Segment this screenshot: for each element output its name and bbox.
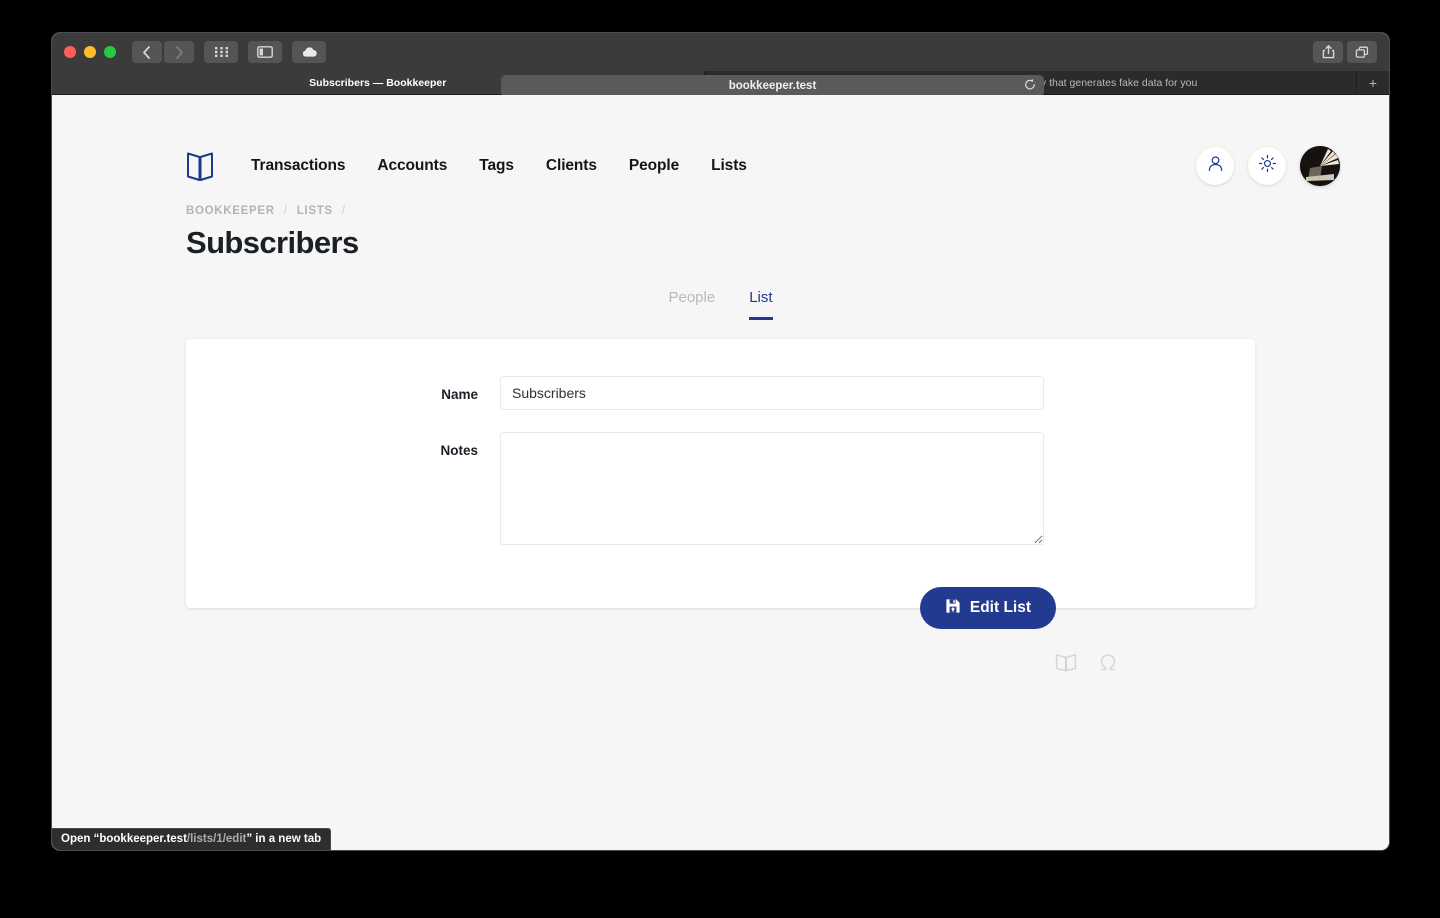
status-tooltip-prefix: Open “ — [61, 833, 100, 845]
address-bar[interactable]: bookkeeper.test — [501, 75, 1044, 97]
nav-item-lists[interactable]: Lists — [711, 157, 747, 175]
status-tooltip-host: bookkeeper.test — [99, 833, 187, 845]
nav-item-accounts[interactable]: Accounts — [377, 157, 447, 175]
status-tooltip: Open “bookkeeper.test/lists/1/edit” in a… — [52, 828, 332, 850]
form-row-notes: Notes — [186, 432, 1255, 545]
status-tooltip-suffix: ” in a new tab — [246, 833, 322, 845]
nav-item-transactions[interactable]: Transactions — [251, 157, 346, 175]
footer-icons — [186, 608, 1255, 678]
icloud-icon[interactable] — [292, 41, 326, 63]
browser-window: bookkeeper.test Subscribers — Bookkeeper… — [52, 33, 1389, 850]
new-tab-button[interactable]: + — [1357, 71, 1389, 94]
reload-icon[interactable] — [1024, 79, 1036, 94]
toolbar-right-buttons — [1313, 41, 1377, 63]
browser-tab-1-title: Subscribers — Bookkeeper — [309, 76, 447, 89]
profile-button[interactable] — [1196, 146, 1234, 185]
navigation-buttons — [132, 41, 194, 63]
settings-button[interactable] — [1248, 146, 1286, 185]
maximize-window-button[interactable] — [104, 46, 116, 58]
bookkeeper-logo[interactable] — [186, 149, 214, 183]
breadcrumb: BOOKKEEPER / LISTS / — [186, 205, 1255, 217]
gear-icon — [1258, 154, 1277, 178]
save-icon — [945, 598, 961, 619]
section-tabs: People List — [186, 289, 1255, 320]
breadcrumb-item-bookkeeper[interactable]: BOOKKEEPER — [186, 205, 275, 217]
back-chevron-icon[interactable] — [132, 41, 162, 63]
forward-chevron-icon[interactable] — [164, 41, 194, 63]
page-title: Subscribers — [186, 225, 359, 260]
omega-icon — [1097, 651, 1119, 678]
tab-overview-icon[interactable] — [1347, 41, 1377, 63]
browser-toolbar: bookkeeper.test — [52, 33, 1389, 97]
sidebar-buttons — [248, 41, 282, 63]
nav-item-tags[interactable]: Tags — [479, 157, 514, 175]
notes-textarea[interactable] — [500, 432, 1044, 545]
profile-icon — [1206, 154, 1225, 178]
icloud-buttons — [292, 41, 326, 63]
list-form-card: Name Notes — [186, 339, 1255, 629]
site-header: Transactions Accounts Tags Clients Peopl… — [52, 95, 1389, 205]
tab-list[interactable]: List — [749, 289, 773, 320]
view-buttons — [204, 41, 238, 63]
page-content: Transactions Accounts Tags Clients Peopl… — [52, 95, 1389, 850]
breadcrumb-separator: / — [283, 205, 288, 217]
form-row-name: Name — [186, 376, 1255, 410]
edit-list-button-label: Edit List — [969, 599, 1031, 616]
header-actions — [1196, 145, 1340, 186]
main-content: BOOKKEEPER / LISTS / Subscribers People … — [52, 205, 1389, 678]
tab-grid-icon[interactable] — [204, 41, 238, 63]
minimize-window-button[interactable] — [84, 46, 96, 58]
user-avatar[interactable] — [1300, 145, 1340, 186]
notes-label: Notes — [440, 443, 478, 458]
plus-icon: + — [1368, 74, 1378, 91]
nav-item-people[interactable]: People — [629, 157, 679, 175]
breadcrumb-item-lists[interactable]: LISTS — [297, 205, 333, 217]
share-icon[interactable] — [1313, 41, 1343, 63]
bookkeeper-mark-icon — [1055, 651, 1077, 678]
address-bar-url: bookkeeper.test — [728, 80, 817, 92]
main-navigation: Transactions Accounts Tags Clients Peopl… — [251, 157, 747, 175]
edit-list-button[interactable]: Edit List — [919, 587, 1056, 629]
name-label: Name — [441, 387, 478, 402]
window-controls — [64, 46, 116, 58]
sidebar-toggle-icon[interactable] — [248, 41, 282, 63]
close-window-button[interactable] — [64, 46, 76, 58]
breadcrumb-separator-2: / — [341, 205, 346, 217]
status-tooltip-path: /lists/1/edit — [186, 833, 247, 845]
name-input[interactable] — [500, 376, 1044, 410]
nav-item-clients[interactable]: Clients — [546, 157, 597, 175]
tab-people[interactable]: People — [668, 289, 715, 320]
